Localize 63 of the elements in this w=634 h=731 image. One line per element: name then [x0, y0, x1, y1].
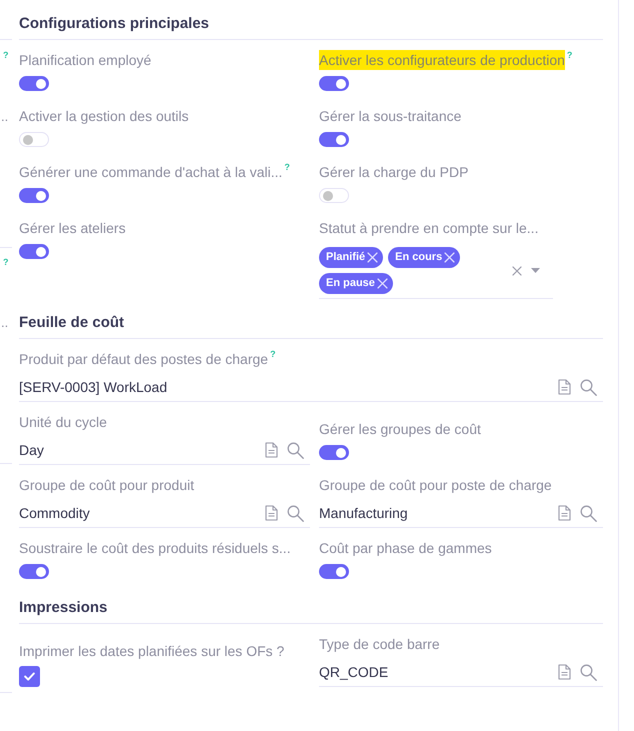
field-label: Groupe de coût pour poste de charge: [319, 476, 552, 495]
document-icon[interactable]: [558, 379, 571, 395]
remove-icon[interactable]: [444, 252, 456, 263]
field-label: Soustraire le coût des produits résiduels s...: [19, 539, 291, 558]
field-value: Manufacturing: [319, 504, 408, 523]
checkbox[interactable]: [19, 666, 40, 687]
field-label: Générer une commande d'achat à la vali...: [19, 163, 282, 182]
section-title: Feuille de coût: [19, 313, 126, 333]
remove-icon[interactable]: [367, 252, 378, 263]
document-icon[interactable]: [558, 505, 571, 521]
lookup-field[interactable]: [SERV-0003] WorkLoad: [19, 373, 603, 402]
toggle-switch[interactable]: [319, 188, 349, 203]
field-label: Activer la gestion des outils: [19, 107, 189, 126]
status-tag[interactable]: En cours: [388, 247, 460, 268]
field-value: QR_CODE: [319, 662, 388, 682]
search-icon[interactable]: [287, 442, 304, 458]
toggle-switch[interactable]: [319, 76, 349, 91]
field-label: Gérer la sous-traitance: [319, 107, 462, 126]
remove-icon[interactable]: [376, 278, 388, 289]
multi-select-field[interactable]: Planifié En cours En pause: [319, 247, 553, 299]
field-value: Commodity: [19, 504, 90, 523]
toggle-switch[interactable]: [319, 132, 349, 147]
field-value: Day: [19, 440, 44, 460]
document-icon[interactable]: [558, 664, 571, 680]
field-label: Imprimer les dates planifiées sur les OFs ?: [19, 642, 284, 661]
field-label: Type de code barre: [319, 635, 440, 654]
status-tag[interactable]: En pause: [319, 273, 393, 294]
clear-icon[interactable]: [512, 266, 522, 276]
check-icon: [24, 672, 35, 681]
toggle-switch[interactable]: [319, 445, 349, 460]
truncated-label: ..: [1, 315, 8, 331]
search-icon[interactable]: [580, 378, 597, 396]
toggle-switch[interactable]: [19, 76, 49, 91]
field-label: Gérer la charge du PDP: [319, 163, 468, 182]
lookup-field[interactable]: QR_CODE: [319, 658, 603, 687]
search-icon[interactable]: [287, 504, 304, 522]
field-label: Activer les configurateurs de production: [319, 50, 565, 70]
field-label: Gérer les groupes de coût: [319, 420, 481, 439]
status-tag[interactable]: Planifié: [319, 247, 384, 268]
field-label: Coût par phase de gammes: [319, 539, 492, 558]
document-icon[interactable]: [265, 442, 278, 458]
field-value: [SERV-0003] WorkLoad: [19, 378, 168, 397]
toggle-switch[interactable]: [19, 244, 49, 259]
document-icon[interactable]: [265, 505, 278, 521]
caret-icon[interactable]: [531, 268, 540, 273]
field-label: Planification employé: [19, 51, 152, 70]
field-label: Produit par défaut des postes de charge: [19, 350, 268, 369]
toggle-switch[interactable]: [19, 132, 49, 147]
section-title: Impressions: [19, 598, 108, 618]
field-label: Groupe de coût pour produit: [19, 476, 194, 495]
toggle-switch[interactable]: [319, 564, 349, 579]
field-label: Statut à prendre en compte sur le...: [319, 219, 538, 238]
lookup-field[interactable]: Day: [19, 436, 310, 465]
lookup-field[interactable]: Commodity: [19, 499, 310, 528]
search-icon[interactable]: [580, 504, 597, 522]
section-title: Configurations principales: [19, 14, 210, 34]
lookup-field[interactable]: Manufacturing: [319, 499, 603, 528]
field-label: Unité du cycle: [19, 413, 107, 432]
search-icon[interactable]: [580, 664, 597, 680]
truncated-label: ..: [1, 109, 8, 125]
field-label: Gérer les ateliers: [19, 219, 126, 238]
toggle-switch[interactable]: [19, 188, 49, 203]
toggle-switch[interactable]: [19, 564, 49, 579]
